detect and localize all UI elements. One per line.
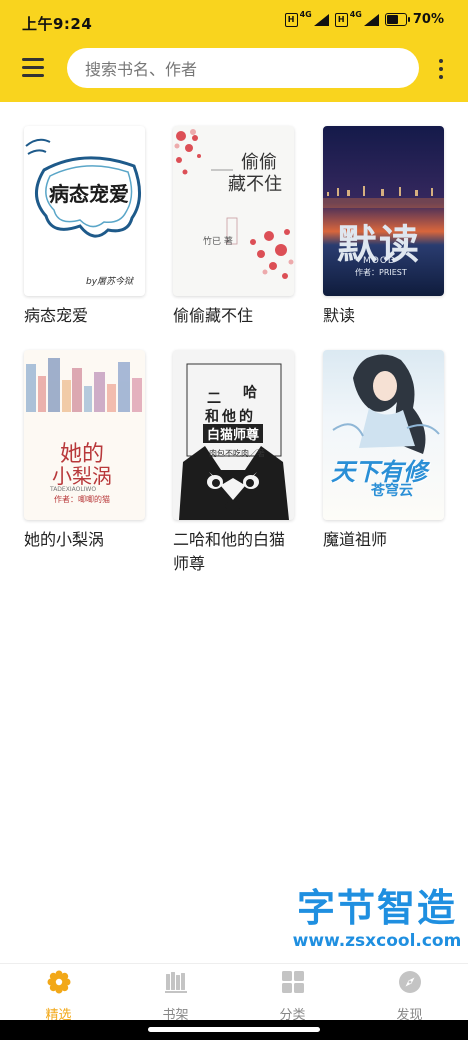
book-item[interactable]: 默读 MOOD 作者：PRIEST 默读 (323, 126, 448, 328)
app-header: 上午9:24 H 4G H 4G 70% (0, 0, 468, 102)
cover-title-line-1a: 二 (207, 391, 221, 407)
cover-pinyin: TADEXIAOLIWO (50, 486, 97, 493)
tab-categories[interactable]: 分类 (234, 970, 351, 1023)
cover-title: 病态宠爱 (49, 182, 129, 206)
watermark: 字节智造 www.zsxcool.com (292, 886, 462, 952)
book-item[interactable]: 二 哈 和他的 白猫师尊 肉包不吃肉／著 二哈和他的白猫师尊 (173, 350, 298, 576)
cover-author: 竹已 著 (203, 237, 233, 247)
watermark-url: www.zsxcool.com (292, 931, 462, 951)
hd-icon: H (334, 12, 348, 27)
cover-subtitle: MOOD (363, 256, 396, 266)
cover-title-line-1b: 哈 (243, 385, 257, 401)
cover-author: 肉包不吃肉／著 (209, 449, 265, 458)
book-cover[interactable]: 天下有修 苍穹云 (323, 350, 444, 520)
signal-1: H 4G (284, 10, 329, 27)
status-time: 上午9:24 (22, 15, 93, 33)
book-title[interactable]: 偷偷藏不住 (173, 304, 295, 328)
cover-author: 作者：PRIEST (355, 268, 407, 277)
tab-featured[interactable]: 精选 (0, 970, 117, 1023)
book-title[interactable]: 病态宠爱 (24, 304, 146, 328)
signal-bars-icon (363, 13, 379, 26)
book-cover[interactable]: 病态宠爱 by屠苏今狱 (24, 126, 145, 296)
battery-level-fill (386, 15, 399, 24)
cover-title-line-2: 藏不住 (228, 174, 282, 195)
cover-art (25, 138, 141, 238)
book-item[interactable]: 偷偷 藏不住 竹已 著 偷偷藏不住 (173, 126, 298, 328)
bottom-navigation: 精选 书架 分类 发现 (0, 963, 468, 1023)
menu-icon[interactable] (22, 58, 46, 78)
more-options-icon[interactable] (437, 58, 445, 80)
book-cover[interactable]: 偷偷 藏不住 竹已 著 (173, 126, 294, 296)
cover-title-line-2: 苍穹云 (371, 483, 413, 499)
compass-icon (398, 971, 421, 993)
hd-icon: H (284, 12, 298, 27)
battery-icon (384, 13, 410, 26)
cover-author: 作者：唧唧的猫 (54, 495, 110, 504)
book-cover[interactable]: 默读 MOOD 作者：PRIEST (323, 126, 444, 296)
book-title[interactable]: 默读 (323, 304, 445, 328)
book-cover[interactable]: 二 哈 和他的 白猫师尊 肉包不吃肉／著 (173, 350, 294, 520)
grid-icon (281, 971, 304, 993)
signal-bars-icon (313, 13, 329, 26)
battery-percent: 70% (412, 12, 444, 27)
status-bar: 上午9:24 H 4G H 4G 70% (0, 0, 468, 44)
flower-icon (47, 970, 70, 994)
cover-title-line-2: 小梨涡 (52, 464, 112, 488)
cover-title-line-3: 白猫师尊 (203, 424, 264, 443)
status-indicators: H 4G H 4G 70% (284, 10, 444, 27)
book-item[interactable]: 天下有修 苍穹云 魔道祖师 (323, 350, 448, 552)
watermark-text: 字节智造 (296, 886, 457, 930)
bookshelf-icon (164, 972, 187, 993)
tab-discover[interactable]: 发现 (351, 970, 468, 1023)
book-title[interactable]: 二哈和他的白猫师尊 (173, 528, 295, 576)
home-indicator[interactable] (148, 1027, 320, 1032)
book-cover[interactable]: 她的 小梨涡 TADEXIAOLIWO 作者：唧唧的猫 (24, 350, 145, 520)
book-item[interactable]: 病态宠爱 by屠苏今狱 病态宠爱 (24, 126, 149, 328)
search-input[interactable] (83, 48, 387, 90)
cover-title-line-2: 和他的 (205, 409, 256, 425)
search-bar[interactable] (67, 48, 419, 90)
book-title[interactable]: 她的小梨涡 (24, 528, 146, 552)
tab-bookshelf[interactable]: 书架 (117, 970, 234, 1023)
book-title[interactable]: 魔道祖师 (323, 528, 445, 552)
network-type-1: 4G (299, 10, 312, 19)
system-gesture-bar (0, 1020, 468, 1040)
cover-author: by屠苏今狱 (86, 277, 134, 287)
book-item[interactable]: 她的 小梨涡 TADEXIAOLIWO 作者：唧唧的猫 她的小梨涡 (24, 350, 149, 552)
network-type-2: 4G (349, 10, 362, 19)
signal-2: H 4G (334, 10, 379, 27)
